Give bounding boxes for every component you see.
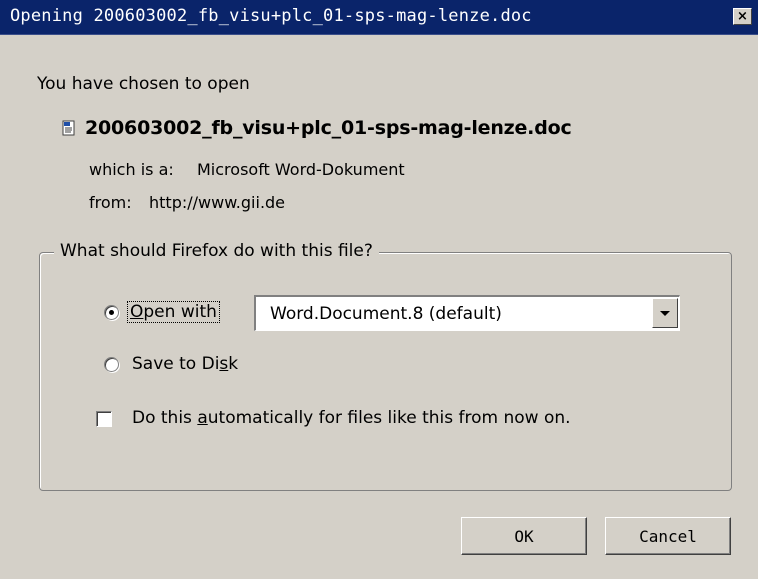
file-name: 200603002_fb_visu+plc_01-sps-mag-lenze.d… <box>85 117 572 139</box>
save-to-disk-radio[interactable] <box>104 357 119 372</box>
auto-checkbox-label[interactable]: Do this automatically for files like thi… <box>132 408 571 428</box>
save-to-disk-label[interactable]: Save to Disk <box>132 354 238 374</box>
dropdown-button[interactable] <box>652 298 678 328</box>
application-select-value: Word.Document.8 (default) <box>270 304 502 324</box>
type-label: which is a: <box>89 160 174 179</box>
from-label: from: <box>89 193 132 212</box>
window-title: Opening 200603002_fb_visu+plc_01-sps-mag… <box>10 6 532 26</box>
groupbox-legend: What should Firefox do with this file? <box>54 241 379 261</box>
type-value: Microsoft Word-Dokument <box>197 160 405 179</box>
close-button[interactable]: × <box>733 8 752 25</box>
auto-checkbox[interactable] <box>96 411 112 427</box>
open-with-label[interactable]: Open with <box>127 301 220 323</box>
word-document-icon <box>61 120 77 136</box>
application-select[interactable]: Word.Document.8 (default) <box>254 295 680 331</box>
from-value: http://www.gii.de <box>149 193 286 212</box>
close-icon: × <box>737 8 748 24</box>
title-bar: Opening 200603002_fb_visu+plc_01-sps-mag… <box>0 0 758 35</box>
file-row: 200603002_fb_visu+plc_01-sps-mag-lenze.d… <box>61 117 572 139</box>
cancel-button[interactable]: Cancel <box>605 517 731 555</box>
open-with-radio[interactable] <box>104 305 119 320</box>
intro-text: You have chosen to open <box>37 74 250 94</box>
chevron-down-icon <box>660 310 670 316</box>
radio-selected-dot <box>109 310 114 315</box>
ok-button[interactable]: OK <box>461 517 587 555</box>
